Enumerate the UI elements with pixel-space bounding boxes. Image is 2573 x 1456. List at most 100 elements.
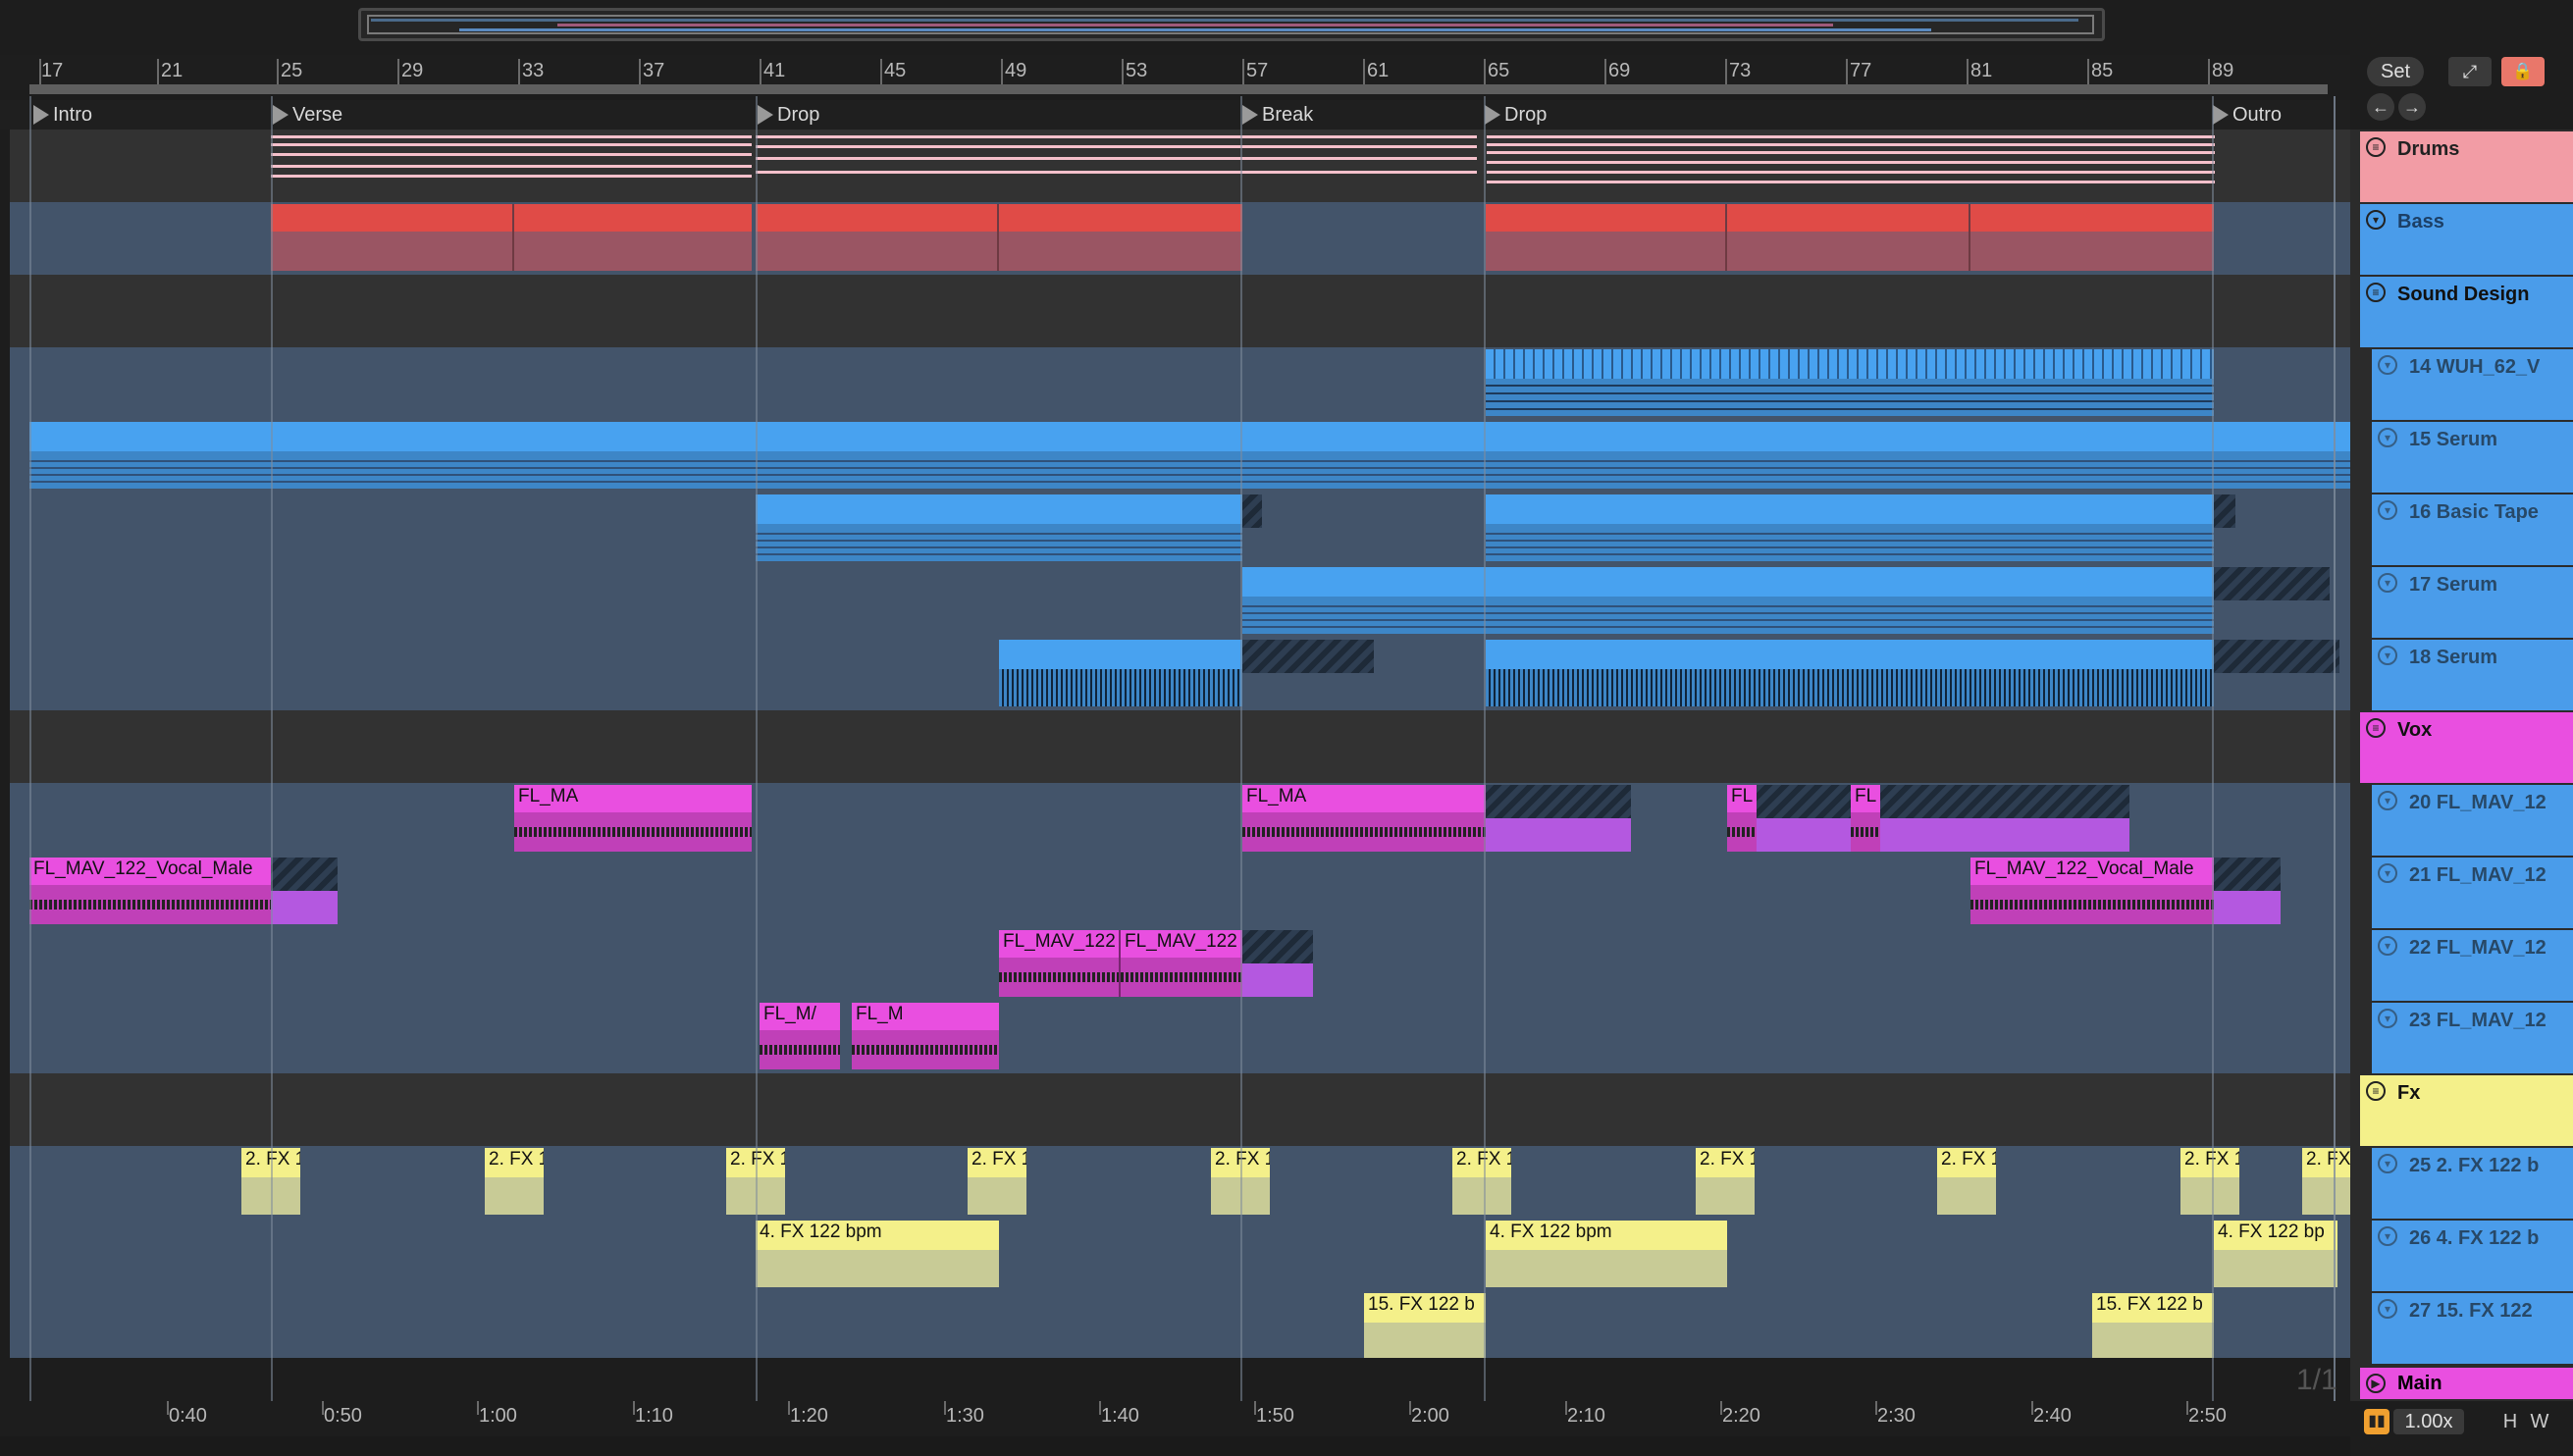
fold-icon[interactable]: ▾ (2378, 1009, 2397, 1028)
fx2-clip[interactable]: 2. FX 122 bpm (2302, 1148, 2353, 1215)
lane-17-serum[interactable] (10, 565, 2360, 638)
fold-icon[interactable]: ▾ (2378, 500, 2397, 520)
track-header-17[interactable]: ▾ 17 Serum (2372, 567, 2573, 638)
basic-tape-clip[interactable] (756, 494, 1242, 561)
play-icon[interactable]: ▶ (2366, 1374, 2386, 1393)
track-header-sound-design[interactable]: ≡ Sound Design (2360, 277, 2573, 347)
lane-drums[interactable] (10, 130, 2360, 202)
vocal-clip[interactable]: FL_MA (514, 785, 752, 852)
fold-icon[interactable]: ▾ (2378, 1154, 2397, 1173)
group-fold-icon[interactable]: ≡ (2366, 283, 2386, 302)
bass-clip[interactable] (1727, 204, 1970, 271)
wuh-clip[interactable] (1486, 349, 2214, 416)
lane-20-fl-mav[interactable]: FL_MA FL_MA FL FL (10, 783, 2360, 856)
vocal-clip[interactable]: FL_MAV_122 (1121, 930, 1242, 997)
fx15-clip[interactable]: 15. FX 122 b (1364, 1293, 1486, 1358)
clip-tail[interactable] (1242, 963, 1313, 997)
fx4-clip[interactable]: 4. FX 122 bpm (1486, 1221, 1727, 1287)
bass-clip[interactable] (271, 204, 514, 271)
locator-verse[interactable]: Verse (271, 102, 342, 128)
overview-window[interactable] (367, 15, 2094, 34)
clip-tail[interactable] (271, 858, 338, 891)
loop-brace[interactable] (29, 84, 2328, 94)
vocal-clip[interactable]: FL_MAV_122_Vocal_Male (29, 858, 271, 924)
bass-clip[interactable] (1486, 204, 1727, 271)
serum-17-clip[interactable] (1242, 567, 1486, 634)
locator-intro[interactable]: Intro (31, 102, 92, 128)
arrow-left-icon[interactable]: ← (2367, 93, 2394, 121)
lock-icon[interactable]: 🔒 (2501, 57, 2545, 86)
track-header-main[interactable]: ▶ Main (2360, 1368, 2573, 1399)
track-header-18[interactable]: ▾ 18 Serum (2372, 640, 2573, 710)
fx2-clip[interactable]: 2. FX 122 bpm (1696, 1148, 1755, 1215)
clip-tail[interactable] (1757, 785, 1851, 818)
time-ruler[interactable]: 0:40 0:50 1:00 1:10 1:20 1:30 1:40 1:50 … (0, 1401, 2350, 1436)
arrow-right-icon[interactable]: → (2398, 93, 2426, 121)
clip-tail[interactable] (1880, 785, 2129, 818)
lane-16-basic-tape[interactable] (10, 493, 2360, 565)
clip-tail[interactable] (1242, 930, 1313, 963)
fold-icon[interactable]: ▾ (2378, 573, 2397, 593)
vocal-clip[interactable]: FL_M (852, 1003, 999, 1069)
lane-15-serum[interactable] (10, 420, 2360, 493)
clip-tail[interactable] (2214, 567, 2330, 600)
serum-17-clip[interactable] (1486, 567, 2214, 634)
fold-icon[interactable]: ▾ (2378, 863, 2397, 883)
lane-23-fl-mav[interactable]: FL_M/ FL_M (10, 1001, 2360, 1073)
horizontal-scrollbar[interactable] (0, 1436, 2350, 1456)
bass-clip[interactable] (999, 204, 1242, 271)
clip-tail[interactable] (2214, 640, 2339, 673)
locator-drop-2[interactable]: Drop (1483, 102, 1547, 128)
track-header-15[interactable]: ▾ 15 Serum (2372, 422, 2573, 493)
vocal-clip[interactable]: FL_M/ (760, 1003, 840, 1069)
locator-outro[interactable]: Outro (2211, 102, 2282, 128)
serum-18-clip[interactable] (999, 640, 1242, 706)
track-header-vox[interactable]: ≡ Vox (2360, 712, 2573, 783)
group-fold-icon[interactable]: ≡ (2366, 718, 2386, 738)
serum-18-clip[interactable] (1486, 640, 2214, 706)
fold-icon[interactable]: ▾ (2378, 646, 2397, 665)
h-button[interactable]: H (2497, 1409, 2523, 1434)
bass-clip[interactable] (514, 204, 752, 271)
fx2-clip[interactable]: 2. FX 122 bpm (485, 1148, 544, 1215)
track-header-14[interactable]: ▾ 14 WUH_62_V (2372, 349, 2573, 420)
serum-15-clip[interactable] (29, 422, 2353, 489)
lane-26-fx[interactable]: 4. FX 122 bpm 4. FX 122 bpm 4. FX 122 bp (10, 1219, 2360, 1291)
track-header-16[interactable]: ▾ 16 Basic Tape (2372, 494, 2573, 565)
track-header-27[interactable]: ▾ 27 15. FX 122 (2372, 1293, 2573, 1364)
track-header-bass[interactable]: ▾ Bass (2360, 204, 2573, 275)
fold-icon[interactable]: ▾ (2378, 355, 2397, 375)
fold-icon[interactable]: ▾ (2378, 428, 2397, 447)
clip-tail[interactable] (271, 891, 338, 924)
locator-drop[interactable]: Drop (756, 102, 819, 128)
fold-icon[interactable]: ▾ (2366, 210, 2386, 230)
clip-tail[interactable] (1486, 818, 1631, 852)
set-button[interactable]: Set (2367, 57, 2424, 86)
clip-tail[interactable] (2214, 891, 2281, 924)
fold-icon[interactable]: ▾ (2378, 791, 2397, 810)
vocal-clip[interactable]: FL (1727, 785, 1757, 852)
clip-tail[interactable] (1757, 818, 1851, 852)
drum-group-clip[interactable] (1487, 131, 2215, 190)
lane-14-wuh[interactable] (10, 347, 2360, 420)
track-header-20[interactable]: ▾ 20 FL_MAV_12 (2372, 785, 2573, 856)
lane-bass[interactable] (10, 202, 2360, 275)
track-header-drums[interactable]: ≡ Drums (2360, 131, 2573, 202)
group-fold-icon[interactable]: ≡ (2366, 1081, 2386, 1101)
fx2-clip[interactable]: 2. FX 122 bpm (2180, 1148, 2239, 1215)
lane-25-fx[interactable]: 2. FX 122 bpm 2. FX 122 bpm 2. FX 122 bp… (10, 1146, 2360, 1219)
expand-icon[interactable]: ⤢ (2448, 57, 2492, 86)
lane-fx[interactable] (10, 1073, 2360, 1146)
basic-tape-clip[interactable] (1486, 494, 2214, 561)
fx4-clip[interactable]: 4. FX 122 bp (2214, 1221, 2337, 1287)
track-header-21[interactable]: ▾ 21 FL_MAV_12 (2372, 858, 2573, 928)
lane-sound-design[interactable] (10, 275, 2360, 347)
arrangement-lanes[interactable]: FL_MA FL_MA FL FL FL_MAV_122_Vocal_Male (10, 130, 2360, 1358)
clip-tail[interactable] (1242, 640, 1374, 673)
vocal-clip[interactable]: FL_MAV_122_Vocal_Male (1970, 858, 2214, 924)
lane-21-fl-mav[interactable]: FL_MAV_122_Vocal_Male FL_MAV_122_Vocal_M… (10, 856, 2360, 928)
track-header-23[interactable]: ▾ 23 FL_MAV_12 (2372, 1003, 2573, 1073)
zoom-display[interactable]: 1.00x (2393, 1409, 2464, 1434)
drum-group-clip[interactable] (271, 131, 752, 190)
cpu-meter-icon[interactable]: ▮▮ (2364, 1409, 2389, 1434)
